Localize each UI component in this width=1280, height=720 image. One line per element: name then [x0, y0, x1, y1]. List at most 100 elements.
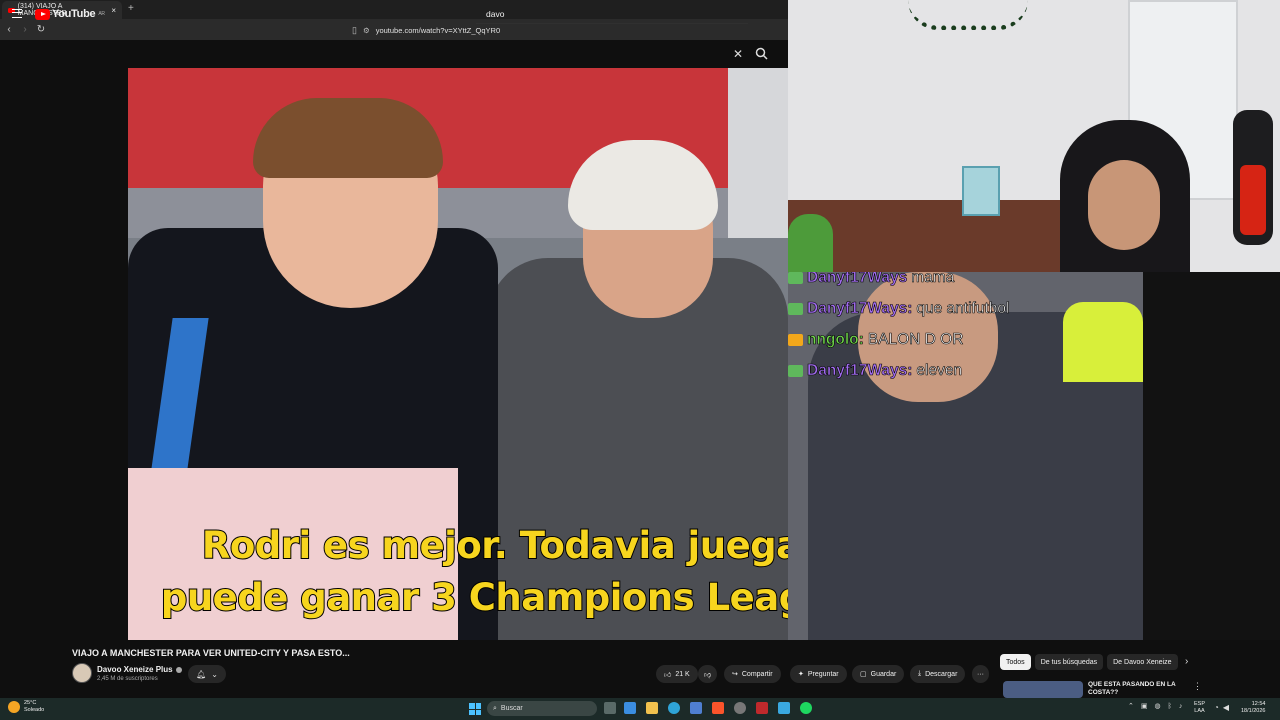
forward-arrow-icon[interactable]: ›: [18, 24, 32, 35]
windows-start-icon[interactable]: [469, 703, 481, 715]
share-button[interactable]: ↪ Compartir: [724, 665, 781, 683]
toy-box: [962, 166, 1000, 216]
more-icon: ···: [977, 670, 984, 678]
bookmark-icon[interactable]: ▯: [352, 25, 357, 36]
brave-icon[interactable]: [712, 702, 724, 714]
search-icon[interactable]: [755, 47, 768, 60]
video-title: VIAJO A MANCHESTER PARA VER UNITED-CITY …: [72, 648, 350, 658]
site-settings-icon[interactable]: ⚙: [363, 26, 370, 35]
chat-username: Danyf17Ways:: [807, 300, 913, 318]
channel-name-text[interactable]: Davoo Xeneize Plus: [97, 665, 173, 674]
language-code: ESP: [1194, 701, 1206, 707]
subtitle-line-1: Rodri es mejor. Todavia juega,: [201, 523, 788, 568]
task-view-icon[interactable]: [604, 702, 616, 714]
chat-username: Danyf17Ways:: [807, 362, 913, 380]
weather-condition: Soleado: [24, 707, 45, 713]
layout-code: LAA: [1194, 708, 1205, 714]
chat-text: eleven: [916, 362, 963, 380]
taskbar-search[interactable]: ⌕ Buscar: [487, 701, 597, 716]
taskbar-search-icon: ⌕: [493, 704, 497, 712]
subscriber-count: 2,45 M de suscriptores: [97, 676, 158, 682]
share-icon: ↪: [732, 671, 738, 678]
recommended-more-icon[interactable]: ⋮: [1193, 681, 1202, 692]
youtube-logo[interactable]: YouTube AR: [35, 8, 105, 20]
video-player[interactable]: Rodri es mejor. Todavia juega, puede gan…: [128, 68, 788, 640]
system-tray: ⌃ ▣ ◍ ᛒ ♪: [1128, 702, 1183, 711]
chip-from-channel[interactable]: De Davoo Xeneize: [1107, 654, 1178, 670]
share-label: Compartir: [741, 670, 773, 678]
dislike-button[interactable]: 👎︎: [698, 665, 718, 683]
chat-badge-icon: [788, 271, 803, 284]
chat-badge-icon: [788, 302, 803, 315]
chevron-up-icon[interactable]: ⌃: [1128, 702, 1134, 710]
youtube-play-icon: [35, 8, 50, 20]
chat-badge-icon: [788, 364, 803, 377]
temperature: 25°C: [24, 700, 37, 706]
microphone-light: [1240, 165, 1266, 235]
taskbar-search-label: Buscar: [500, 705, 523, 712]
quick-settings[interactable]: ◔ ◀︎: [1214, 703, 1229, 712]
windows-taskbar: [0, 698, 1280, 720]
person-young-man-hair: [253, 98, 443, 178]
tray-volume-mixer-icon[interactable]: ♪: [1179, 703, 1183, 710]
edge-icon[interactable]: [668, 702, 680, 714]
save-label: Guardar: [870, 670, 897, 678]
tray-app-icon[interactable]: ▣: [1141, 702, 1148, 710]
chat-text: que antifutbol: [916, 300, 1010, 318]
webcam-overlay: [788, 0, 1280, 272]
spotify-icon[interactable]: [800, 702, 812, 714]
chip-all[interactable]: Todos: [1000, 654, 1031, 670]
download-label: Descargar: [925, 670, 958, 678]
like-button[interactable]: 👍︎ 21 K: [656, 665, 698, 683]
subtitle-line-2: puede ganar 3 Champions League: [160, 575, 788, 620]
bookmark-save-icon: ▢: [860, 671, 867, 678]
channel-name[interactable]: Davoo Xeneize Plus: [97, 665, 182, 674]
sun-icon: [8, 701, 20, 713]
channel-avatar[interactable]: [72, 663, 92, 683]
back-arrow-icon[interactable]: ‹: [2, 24, 16, 35]
subscribed-bell-button[interactable]: 🔔︎ ⌄: [188, 665, 226, 683]
tray-network-app-icon[interactable]: ◍: [1155, 702, 1161, 710]
recording-app-icon[interactable]: [756, 702, 768, 714]
like-count: 21 K: [675, 670, 690, 678]
chat-message: Danyf17Ways: que antifutbol: [788, 293, 1143, 324]
close-tab-icon[interactable]: ×: [111, 6, 116, 15]
widgets-icon[interactable]: [624, 702, 636, 714]
store-icon[interactable]: [690, 702, 702, 714]
bell-icon: 🔔︎: [196, 669, 207, 679]
chat-message: nngolo: BALON D OR: [788, 324, 1143, 355]
app-icon[interactable]: [734, 702, 746, 714]
download-button[interactable]: ⤓ Descargar: [910, 665, 966, 683]
notes-app-icon[interactable]: [778, 702, 790, 714]
thumbs-up-icon: 👍︎: [664, 671, 672, 679]
chat-username: nngolo:: [807, 331, 864, 349]
weather-widget[interactable]: 25°C Soleado: [8, 700, 44, 714]
url-text[interactable]: youtube.com/watch?v=XYttZ_QqYR0: [376, 26, 500, 35]
video-subtitle: Rodri es mejor. Todavia juega, puede gan…: [128, 520, 788, 624]
search-input[interactable]: davo: [476, 6, 748, 24]
new-tab-button[interactable]: +: [128, 3, 134, 14]
clear-search-icon[interactable]: ✕: [733, 47, 743, 61]
file-explorer-icon[interactable]: [646, 702, 658, 714]
time: 12:54: [1251, 701, 1266, 707]
chevron-right-icon[interactable]: ›: [1185, 656, 1188, 667]
tray-bluetooth-icon[interactable]: ᛒ: [1168, 703, 1172, 710]
right-margin: [1143, 272, 1280, 640]
streamer-face: [1088, 160, 1160, 250]
country-code: AR: [98, 11, 105, 17]
keyboard-language[interactable]: ESP LAA: [1194, 701, 1205, 715]
save-button[interactable]: ▢ Guardar: [852, 665, 905, 683]
chat-badge-icon: [788, 333, 803, 346]
chip-from-searches[interactable]: De tus búsquedas: [1034, 654, 1104, 670]
clock[interactable]: 12:54 18/1/2026: [1241, 701, 1265, 715]
reload-icon[interactable]: ↻: [34, 24, 48, 35]
building: [728, 68, 788, 238]
chat-message: Danyf17Ways: eleven: [788, 355, 1143, 386]
wifi-icon: ◔: [1214, 703, 1219, 712]
recommended-video-thumbnail[interactable]: [1003, 681, 1083, 698]
recommended-video-title[interactable]: QUE ESTA PASANDO EN LA COSTA??: [1088, 681, 1188, 697]
chat-text: BALON D OR: [867, 331, 964, 349]
more-actions-button[interactable]: ···: [972, 665, 989, 683]
ask-button[interactable]: ✦ Preguntar: [790, 665, 847, 683]
menu-icon[interactable]: [12, 9, 22, 18]
